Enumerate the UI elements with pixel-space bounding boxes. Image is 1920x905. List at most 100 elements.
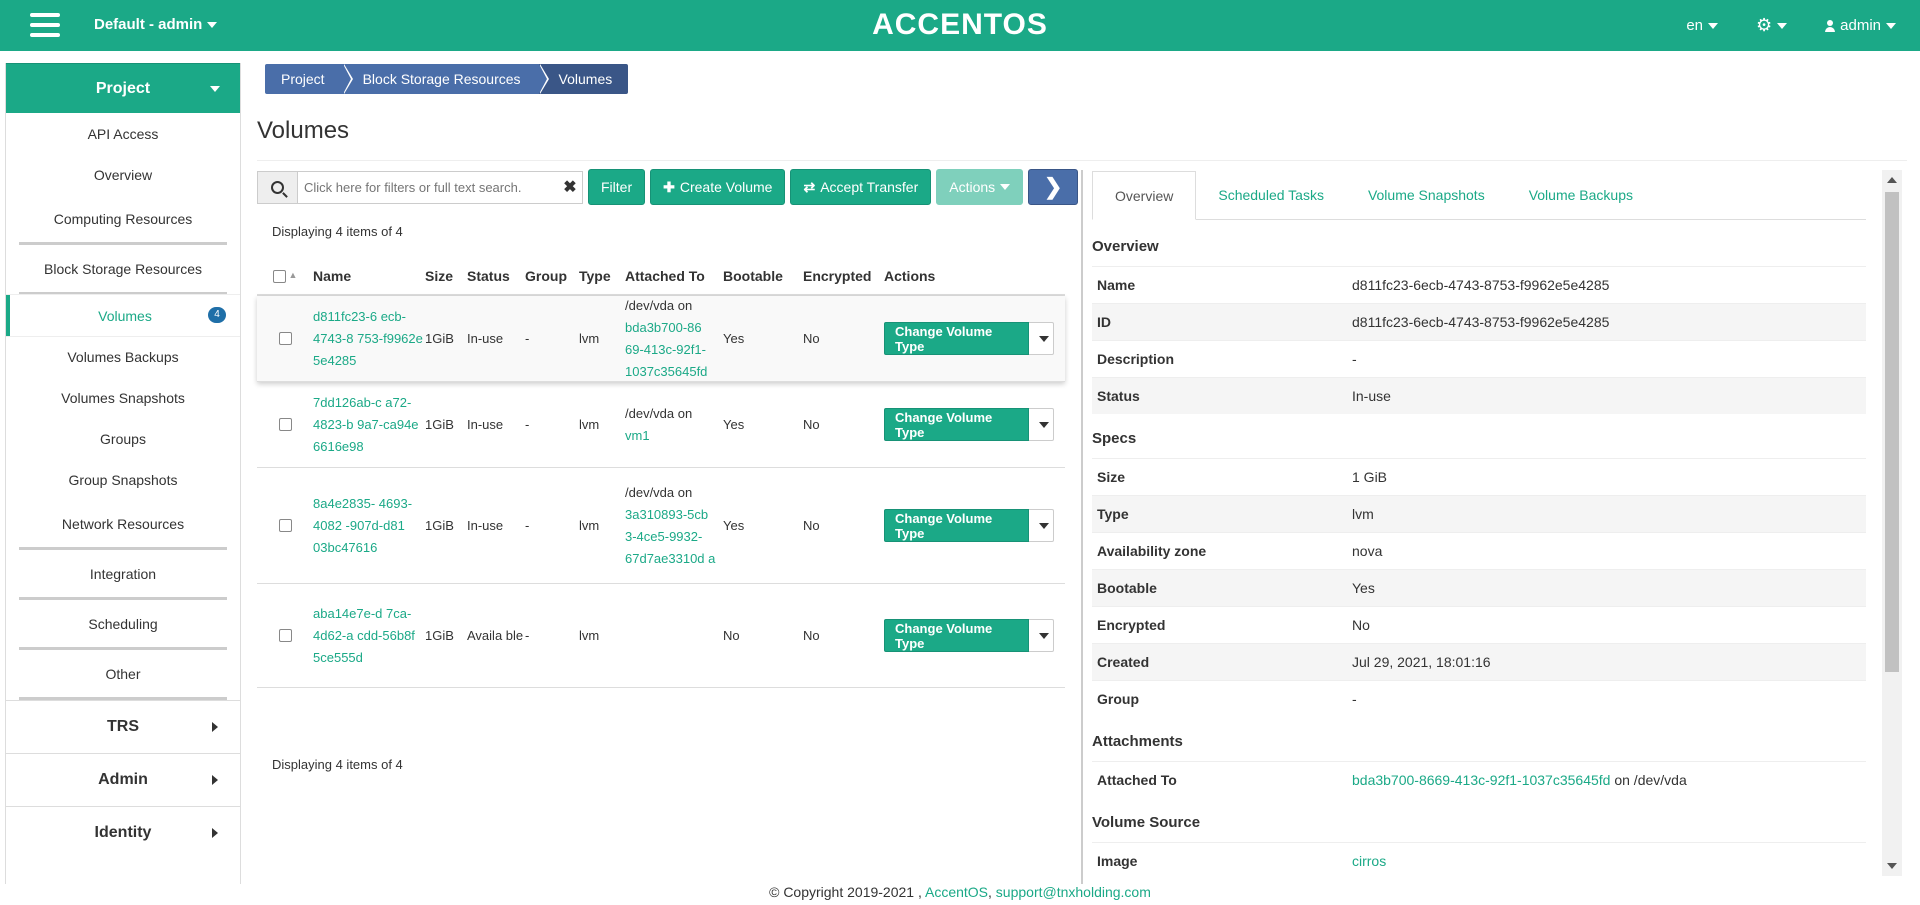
row-actions-dropdown[interactable] <box>1029 619 1054 652</box>
select-all-checkbox[interactable] <box>272 269 286 283</box>
header-group[interactable]: Group <box>525 268 579 284</box>
row-checkbox[interactable] <box>278 332 292 345</box>
header-type[interactable]: Type <box>579 268 625 284</box>
scroll-thumb[interactable] <box>1885 192 1899 672</box>
language-selector[interactable]: en <box>1686 17 1718 34</box>
sidebar-item-overview[interactable]: Overview <box>6 154 240 195</box>
row-checkbox[interactable] <box>278 519 292 532</box>
footer-company-link[interactable]: AccentOS <box>925 884 988 900</box>
tab-volume-backups[interactable]: Volume Backups <box>1507 171 1655 219</box>
breadcrumb-volumes[interactable]: Volumes <box>538 64 629 94</box>
actions-button[interactable]: Actions <box>936 169 1024 205</box>
breadcrumb-block-storage[interactable]: Block Storage Resources <box>342 64 549 94</box>
table-row[interactable]: 8a4e2835- 4693-4082 -907d-d81 03bc47616 1… <box>257 468 1065 584</box>
row-actions-dropdown[interactable] <box>1029 322 1054 355</box>
sidebar-item-volumes-snapshots[interactable]: Volumes Snapshots <box>6 377 240 418</box>
scroll-down-icon[interactable] <box>1887 863 1897 869</box>
detail-value: d811fc23-6ecb-4743-8753-f9962e5e4285 <box>1352 277 1610 293</box>
header-bootable[interactable]: Bootable <box>723 268 803 284</box>
footer: © Copyright 2019-2021 , AccentOS, suppor… <box>0 884 1920 905</box>
detail-value: 1 GiB <box>1352 469 1388 485</box>
menu-icon[interactable] <box>30 13 60 39</box>
table-row[interactable]: d811fc23-6 ecb-4743-8 753-f9962e 5e4285 1… <box>257 296 1065 382</box>
attached-instance-link[interactable]: vm1 <box>625 428 650 443</box>
tab-overview[interactable]: Overview <box>1092 171 1197 220</box>
detail-key: Attached To <box>1097 772 1177 788</box>
change-volume-type-button[interactable]: Change Volume Type <box>884 619 1030 652</box>
sidebar-item-groups[interactable]: Groups <box>6 418 240 459</box>
sidebar-section-admin[interactable]: Admin <box>6 753 240 806</box>
header-encrypted[interactable]: Encrypted <box>803 268 884 284</box>
detail-value-link[interactable]: bda3b700-8669-413c-92f1-1037c35645fd <box>1352 772 1610 788</box>
volume-bootable: Yes <box>723 331 745 346</box>
user-menu[interactable]: admin <box>1825 17 1896 34</box>
footer-copyright: © Copyright 2019-2021 , <box>769 884 922 900</box>
search-icon[interactable] <box>258 171 298 203</box>
volume-name-link[interactable]: 8a4e2835- 4693-4082 -907d-d81 03bc47616 <box>313 496 412 555</box>
sidebar-item-other[interactable]: Other <box>19 650 227 700</box>
accept-transfer-button[interactable]: ⇄ Accept Transfer <box>790 169 932 205</box>
row-checkbox[interactable] <box>278 629 292 642</box>
attached-instance-link[interactable]: 3a310893-5cb 3-4ce5-9932- 67d7ae3310d a <box>625 507 715 566</box>
scroll-up-icon[interactable] <box>1887 177 1897 183</box>
detail-key: Type <box>1097 506 1129 522</box>
detail-value-link[interactable]: cirros <box>1352 853 1386 869</box>
next-arrow-button[interactable]: ❯ <box>1028 169 1079 205</box>
detail-row: Status In-use <box>1092 377 1866 414</box>
breadcrumb-project[interactable]: Project <box>265 64 353 94</box>
volume-name-link[interactable]: d811fc23-6 ecb-4743-8 753-f9962e 5e4285 <box>313 309 423 368</box>
sidebar-item-network-resources[interactable]: Network Resources <box>19 500 227 550</box>
sidebar-item-group-snapshots[interactable]: Group Snapshots <box>6 459 240 500</box>
sidebar-item-label: Volumes Backups <box>67 348 179 365</box>
project-selector[interactable]: Default - admin <box>94 16 218 33</box>
volume-bootable: No <box>723 628 740 643</box>
volume-name-link[interactable]: 7dd126ab-c a72-4823-b 9a7-ca94e 6616e98 <box>313 395 419 454</box>
sidebar-section-trs[interactable]: TRS <box>6 700 240 753</box>
create-volume-button[interactable]: ✚ Create Volume <box>650 169 786 205</box>
sidebar-project-header[interactable]: Project <box>6 63 240 113</box>
footer-email-link[interactable]: support@tnxholding.com <box>996 884 1151 900</box>
change-volume-type-button[interactable]: Change Volume Type <box>884 408 1030 441</box>
volume-type: lvm <box>579 628 600 643</box>
detail-value: Yes <box>1352 580 1375 596</box>
row-actions: Change Volume Type <box>884 509 1054 542</box>
sidebar-item-volumes[interactable]: Volumes 4 <box>6 295 240 336</box>
sidebar-item-block-storage-resources[interactable]: Block Storage Resources <box>19 245 227 295</box>
sidebar-item-integration[interactable]: Integration <box>19 550 227 600</box>
search-input[interactable] <box>298 171 558 203</box>
detail-row: Image cirros <box>1092 842 1866 879</box>
volume-name-link[interactable]: aba14e7e-d 7ca-4d62-a cdd-56b8f 5ce555d <box>313 606 415 665</box>
change-volume-type-button[interactable]: Change Volume Type <box>884 322 1030 355</box>
header-attached[interactable]: Attached To <box>625 265 723 287</box>
sidebar-section-identity[interactable]: Identity <box>6 806 240 859</box>
table-row[interactable]: aba14e7e-d 7ca-4d62-a cdd-56b8f 5ce555d 1… <box>257 584 1065 688</box>
header-size[interactable]: Size <box>425 268 467 284</box>
detail-value: bda3b700-8669-413c-92f1-1037c35645fd on … <box>1352 772 1866 788</box>
attached-device: /dev/vda on <box>625 405 693 421</box>
settings-menu[interactable]: ⚙ <box>1756 15 1788 36</box>
attached-instance-link[interactable]: bda3b700-86 69-413c-92f1- 1037c35645fd <box>625 320 707 379</box>
panel-divider[interactable] <box>1081 170 1083 890</box>
row-actions-dropdown[interactable] <box>1029 509 1054 542</box>
chevron-down-icon <box>1000 184 1011 190</box>
scrollbar[interactable] <box>1882 170 1902 876</box>
detail-key: Status <box>1097 388 1140 404</box>
table-row[interactable]: 7dd126ab-c a72-4823-b 9a7-ca94e 6616e98 1… <box>257 382 1065 468</box>
close-icon[interactable]: ✖ <box>558 172 582 203</box>
sidebar-item-computing-resources[interactable]: Computing Resources <box>19 195 227 245</box>
row-actions-dropdown[interactable] <box>1029 408 1054 441</box>
detail-key: Group <box>1097 691 1139 707</box>
sidebar-item-volumes-backups[interactable]: Volumes Backups <box>6 336 240 377</box>
change-volume-type-button[interactable]: Change Volume Type <box>884 509 1030 542</box>
title-divider <box>257 160 1907 161</box>
filter-button[interactable]: Filter <box>588 169 646 205</box>
chevron-right-icon <box>212 828 218 838</box>
tab-scheduled-tasks[interactable]: Scheduled Tasks <box>1196 171 1346 219</box>
header-name[interactable]: Name <box>313 265 425 287</box>
sidebar-item-api-access[interactable]: API Access <box>6 113 240 154</box>
sidebar-item-scheduling[interactable]: Scheduling <box>19 600 227 650</box>
sort-icon[interactable]: ▲ <box>289 270 298 283</box>
row-checkbox[interactable] <box>278 418 292 431</box>
tab-volume-snapshots[interactable]: Volume Snapshots <box>1346 171 1507 219</box>
header-status[interactable]: Status <box>467 265 525 287</box>
